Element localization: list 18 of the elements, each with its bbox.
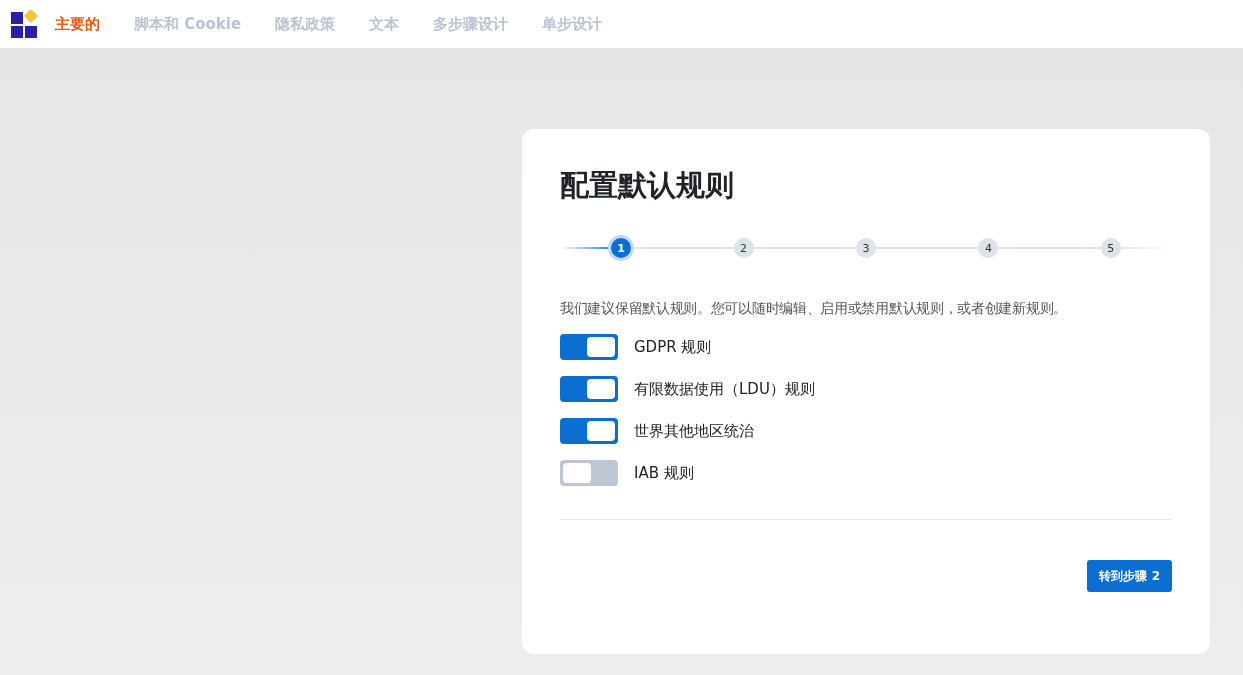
toggle-switch[interactable] xyxy=(560,418,618,444)
rule-label: 世界其他地区统治 xyxy=(634,421,754,441)
card-title: 配置默认规则 xyxy=(560,167,735,204)
nav-tab[interactable]: 主要的 xyxy=(55,10,100,38)
rule-label: IAB 规则 xyxy=(634,463,694,483)
toggle-switch[interactable] xyxy=(560,460,618,486)
logo-icon xyxy=(11,10,39,38)
step-indicator[interactable]: 1 xyxy=(611,238,632,258)
toggle-switch[interactable] xyxy=(560,334,618,360)
step-indicator[interactable]: 2 xyxy=(733,238,754,258)
step-indicator[interactable]: 3 xyxy=(856,238,876,258)
rule-label: 有限数据使用（LDU）规则 xyxy=(634,379,815,399)
step-indicator[interactable]: 5 xyxy=(1100,238,1121,258)
toggle-switch[interactable] xyxy=(560,376,618,402)
step-indicator[interactable]: 4 xyxy=(978,238,999,258)
description-text: 我们建议保留默认规则。您可以随时编辑、启用或禁用默认规则，或者创建新规则。 xyxy=(560,299,1068,318)
next-step-button[interactable]: 转到步骤 2 xyxy=(1087,560,1172,592)
rule-label: GDPR 规则 xyxy=(634,337,712,357)
